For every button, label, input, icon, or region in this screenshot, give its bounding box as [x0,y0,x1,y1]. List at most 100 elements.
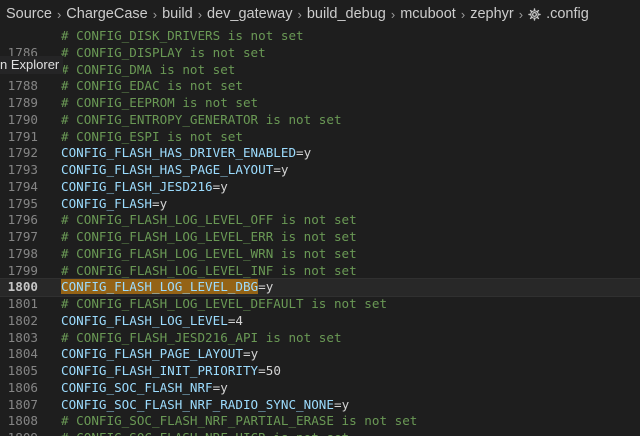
line-content: # CONFIG_DISK_DRIVERS is not set [61,28,304,45]
breadcrumb-separator: › [460,6,466,22]
code-line[interactable]: 1788 # CONFIG_EDAC is not set [0,78,640,95]
breadcrumb-item[interactable]: dev_gateway [207,6,292,22]
breadcrumb-item[interactable]: mcuboot [400,6,456,22]
line-number: 1809 [0,430,38,436]
comment-text: # CONFIG_SOC_FLASH_NRF_PARTIAL_ERASE is … [61,413,418,429]
config-key: CONFIG_FLASH_PAGE_LAYOUT [61,346,243,362]
breadcrumb-item[interactable]: zephyr [470,6,514,22]
line-content: CONFIG_FLASH=y [61,196,167,213]
config-value: 4 [235,312,243,328]
comment-text: # CONFIG_FLASH_JESD216_API is not set [61,329,342,345]
breadcrumb-separator: › [56,6,62,22]
code-line[interactable]: 1809 # CONFIG_SOC_FLASH_NRF_UICR is not s… [0,430,640,436]
line-content: CONFIG_FLASH_LOG_LEVEL_DBG=y [61,279,273,296]
line-content: CONFIG_FLASH_INIT_PRIORITY=50 [61,363,281,380]
line-number: 1805 [7,363,38,378]
config-key: CONFIG_SOC_FLASH_NRF [61,379,213,395]
line-content: CONFIG_FLASH_LOG_LEVEL=4 [61,313,243,330]
breadcrumb-separator: › [390,6,396,22]
line-number: 1801 [7,296,38,311]
line-content: # CONFIG_FLASH_JESD216_API is not set [61,330,342,347]
code-line[interactable]: 1808 # CONFIG_SOC_FLASH_NRF_PARTIAL_ERASE… [0,413,640,430]
code-line[interactable]: 1795 CONFIG_FLASH=y [0,196,640,213]
line-content: # CONFIG_EEPROM is not set [61,95,258,112]
line-content: CONFIG_SOC_FLASH_NRF=y [61,380,228,397]
comment-text: # CONFIG_SOC_FLASH_NRF_UICR is not set [61,430,349,436]
code-line[interactable]: # CONFIG_DISK_DRIVERS is not set [0,28,640,45]
line-number: 1799 [7,262,38,278]
comment-text: # CONFIG_ESPI is not set [61,128,243,144]
line-content: # CONFIG_SOC_FLASH_NRF_PARTIAL_ERASE is … [61,413,417,430]
code-line[interactable]: 1792 CONFIG_FLASH_HAS_DRIVER_ENABLED=y [0,145,640,162]
equals-sign: = [242,346,251,362]
equals-sign: = [273,162,281,177]
code-line[interactable]: 1790 # CONFIG_ENTROPY_GENERATOR is not se… [0,112,640,129]
config-key: CONFIG_FLASH_HAS_PAGE_LAYOUT [61,162,274,177]
comment-text: # CONFIG_ENTROPY_GENERATOR is not set [61,111,342,127]
breadcrumb-separator: › [518,6,524,22]
code-line[interactable]: 1787# CONFIG_DMA is not set [0,62,640,79]
line-content: # CONFIG_DISPLAY is not set [61,45,266,62]
config-value: y [220,178,228,194]
line-content: # CONFIG_DMA is not set [61,62,235,79]
config-value: y [280,162,289,177]
comment-text: # CONFIG_EDAC is not set [61,78,243,94]
comment-text: # CONFIG_FLASH_LOG_LEVEL_WRN is not set [61,245,357,261]
line-number: 1791 [7,128,38,144]
line-content: CONFIG_FLASH_PAGE_LAYOUT=y [61,346,258,363]
code-line[interactable]: 1804 CONFIG_FLASH_PAGE_LAYOUT=y [0,346,640,363]
code-line[interactable]: 1805 CONFIG_FLASH_INIT_PRIORITY=50 [0,363,640,380]
line-content: # CONFIG_ESPI is not set [61,129,243,146]
line-number: 1795 [7,195,38,211]
line-content: # CONFIG_FLASH_LOG_LEVEL_OFF is not set [61,212,357,229]
config-key: CONFIG_FLASH [61,195,152,211]
equals-sign: = [333,396,342,412]
config-key: CONFIG_FLASH_JESD216 [61,178,213,194]
line-content: # CONFIG_SOC_FLASH_NRF_UICR is not set [61,430,349,436]
code-line[interactable]: 1800 CONFIG_FLASH_LOG_LEVEL_DBG=y [0,278,640,297]
config-key: CONFIG_SOC_FLASH_NRF_RADIO_SYNC_NONE [61,396,334,412]
selected-config-key: CONFIG_FLASH_LOG_LEVEL_DBG [61,279,259,295]
breadcrumb-item[interactable]: Source [6,6,52,22]
breadcrumb: Source › ChargeCase › build › dev_gateway › buil… [0,0,640,28]
code-line[interactable]: 1801 # CONFIG_FLASH_LOG_LEVEL_DEFAULT is … [0,296,640,313]
comment-text: # CONFIG_DMA is not set [61,61,236,77]
code-line[interactable]: 1797 # CONFIG_FLASH_LOG_LEVEL_ERR is not … [0,229,640,246]
code-line[interactable]: 1789 # CONFIG_EEPROM is not set [0,95,640,112]
config-value: y [265,279,274,295]
line-content: # CONFIG_FLASH_LOG_LEVEL_DEFAULT is not … [61,296,387,313]
breadcrumb-item[interactable]: build [162,6,193,22]
code-line[interactable]: 1791 # CONFIG_ESPI is not set [0,129,640,146]
line-number: 1788 [7,78,38,94]
breadcrumb-item[interactable]: ChargeCase [66,6,147,22]
config-key: CONFIG_FLASH_INIT_PRIORITY [61,363,259,378]
line-number: 1802 [7,312,38,328]
explorer-tab[interactable]: n Explorer [0,56,64,74]
line-number: 1792 [7,145,38,161]
config-value: y [159,195,168,211]
code-line[interactable]: 1793 CONFIG_FLASH_HAS_PAGE_LAYOUT=y [0,162,640,179]
line-content: CONFIG_FLASH_HAS_DRIVER_ENABLED=y [61,145,311,162]
line-content: # CONFIG_ENTROPY_GENERATOR is not set [61,112,342,129]
code-line[interactable]: 1806 CONFIG_SOC_FLASH_NRF=y [0,380,640,397]
line-number: 1804 [7,346,38,362]
line-content: # CONFIG_FLASH_LOG_LEVEL_INF is not set [61,263,357,280]
line-number: 1789 [7,95,38,110]
line-number: 1798 [7,245,38,261]
code-line[interactable]: 1786 # CONFIG_DISPLAY is not set [0,45,640,62]
code-line[interactable]: 1794 CONFIG_FLASH_JESD216=y [0,179,640,196]
code-line[interactable]: 1799 # CONFIG_FLASH_LOG_LEVEL_INF is not … [0,263,640,280]
breadcrumb-separator: › [152,6,158,22]
code-line[interactable]: 1802 CONFIG_FLASH_LOG_LEVEL=4 [0,313,640,330]
config-value: y [250,346,259,362]
breadcrumb-item[interactable]: build_debug [307,6,386,22]
code-line[interactable]: 1798 # CONFIG_FLASH_LOG_LEVEL_WRN is not … [0,246,640,263]
code-line[interactable]: 1796 # CONFIG_FLASH_LOG_LEVEL_OFF is not … [0,212,640,229]
code-line[interactable]: 1803 # CONFIG_FLASH_JESD216_API is not se… [0,330,640,347]
code-editor[interactable]: n Explorer # CONFIG_DISK_DRIVERS is not … [0,28,640,436]
line-content: # CONFIG_EDAC is not set [61,78,243,95]
code-line[interactable]: 1807 CONFIG_SOC_FLASH_NRF_RADIO_SYNC_NONE… [0,397,640,414]
gear-icon [528,7,541,21]
breadcrumb-item[interactable]: .config [546,6,589,22]
comment-text: # CONFIG_FLASH_LOG_LEVEL_OFF is not set [61,212,357,228]
